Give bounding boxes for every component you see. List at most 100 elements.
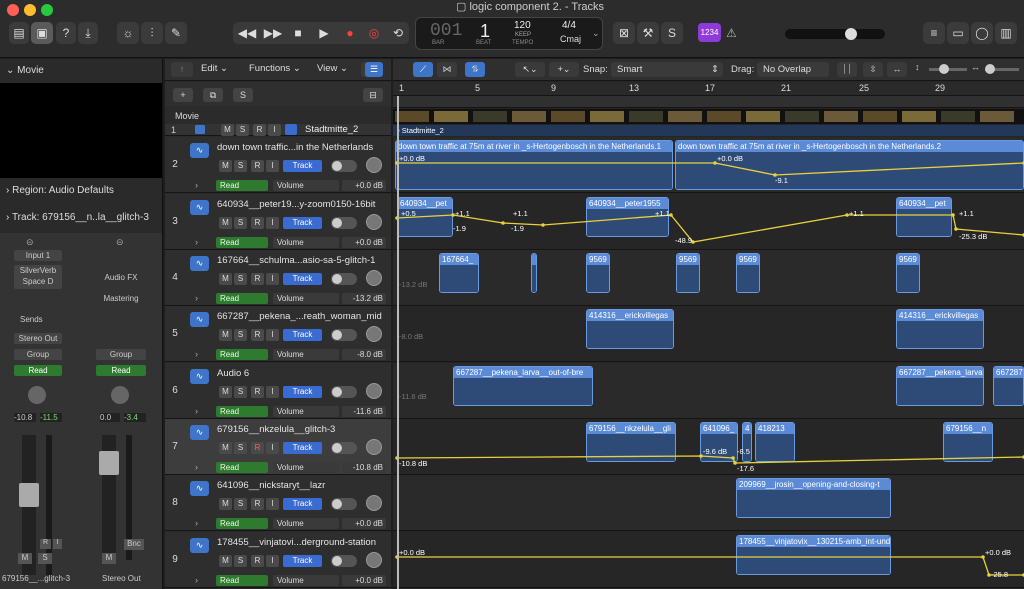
track-row-9[interactable]: 9 ∿ 178455__vinjatovi...derground-statio… bbox=[165, 532, 391, 588]
track-row-2[interactable]: 2 ∿ down town traffic...in the Netherlan… bbox=[165, 137, 391, 193]
automation-point[interactable] bbox=[951, 213, 955, 217]
group-slot[interactable]: Group bbox=[14, 349, 62, 360]
track-on-toggle[interactable] bbox=[331, 555, 357, 567]
automation-value[interactable]: +0.0 dB bbox=[342, 237, 386, 248]
chevron-right-icon[interactable]: › bbox=[195, 518, 198, 528]
solo-button[interactable]: S bbox=[38, 553, 52, 564]
movie-section-header[interactable]: ⌄ Movie bbox=[6, 65, 44, 76]
automation-track-button[interactable]: Track bbox=[283, 217, 322, 229]
automation-line-track-7[interactable] bbox=[396, 455, 1024, 464]
automation-mode-out[interactable]: Read bbox=[96, 365, 146, 376]
play-icon[interactable]: ▶ bbox=[314, 22, 334, 44]
automation-parameter-select[interactable]: Volume bbox=[273, 293, 339, 304]
input-button[interactable]: I bbox=[266, 329, 279, 341]
input-slot[interactable]: Input 1 bbox=[14, 250, 62, 261]
close-window-button[interactable] bbox=[7, 4, 19, 16]
volume-fader-out[interactable] bbox=[99, 435, 119, 560]
chevron-right-icon[interactable]: › bbox=[195, 237, 198, 247]
pan-knob[interactable] bbox=[366, 552, 382, 568]
track-row-8[interactable]: 8 ∿ 641096__nickstaryt__lazr M S R I Tra… bbox=[165, 475, 391, 531]
input-button[interactable]: I bbox=[266, 386, 279, 398]
loop-browser-icon[interactable]: ◯ bbox=[971, 22, 993, 44]
editors-icon[interactable]: ✎ bbox=[165, 22, 187, 44]
automation-mode-select[interactable]: Read bbox=[216, 575, 268, 586]
track-name[interactable]: 641096__nickstaryt__lazr bbox=[217, 480, 387, 491]
fader-cap[interactable] bbox=[19, 483, 39, 507]
global-tracks-icon[interactable]: ⊟ bbox=[363, 88, 383, 102]
automation-mode-select[interactable]: Read bbox=[216, 293, 268, 304]
track-on-toggle[interactable] bbox=[331, 498, 357, 510]
automation-mode-select[interactable]: Read bbox=[216, 518, 268, 529]
mastering-label[interactable]: Mastering bbox=[96, 294, 146, 303]
pan-knob[interactable] bbox=[28, 386, 46, 404]
record-enable-button[interactable]: R bbox=[40, 539, 51, 549]
automation-parameter-select[interactable]: Volume bbox=[273, 406, 339, 417]
automation-track-button[interactable]: Track bbox=[283, 442, 322, 454]
track-on-toggle[interactable] bbox=[331, 442, 357, 454]
solo-button[interactable]: S bbox=[234, 160, 247, 172]
mute-button[interactable]: M bbox=[219, 217, 232, 229]
cycle-icon[interactable]: ⟲ bbox=[388, 22, 408, 44]
input-button[interactable]: I bbox=[266, 442, 279, 454]
list-editors-icon[interactable]: ≡ bbox=[923, 22, 945, 44]
automation-parameter-select[interactable]: Volume bbox=[273, 462, 339, 473]
track-name[interactable]: 167664__schulma...asio-sa-5-glitch-1 bbox=[217, 255, 387, 266]
mute-button[interactable]: M bbox=[219, 442, 232, 454]
input-button[interactable]: I bbox=[266, 273, 279, 285]
solo-button[interactable]: S bbox=[234, 442, 247, 454]
audio-fx-slot[interactable]: SilverVerb Space D bbox=[14, 265, 62, 289]
input-button[interactable]: I bbox=[268, 124, 281, 136]
automation-mode-select[interactable]: Read bbox=[216, 462, 268, 473]
region-section-header[interactable]: › Region: Audio Defaults bbox=[6, 185, 114, 196]
mute-button[interactable]: M bbox=[219, 160, 232, 172]
pan-knob[interactable] bbox=[366, 214, 382, 230]
input-button[interactable]: I bbox=[266, 160, 279, 172]
notepad-icon[interactable]: ▭ bbox=[947, 22, 969, 44]
input-button[interactable]: I bbox=[266, 498, 279, 510]
stop-icon[interactable]: ■ bbox=[288, 22, 308, 44]
solo-button[interactable]: S bbox=[234, 555, 247, 567]
record-button[interactable]: R bbox=[251, 160, 264, 172]
automation-track-button[interactable]: Track bbox=[283, 386, 322, 398]
record-button[interactable]: R bbox=[251, 273, 264, 285]
pan-knob[interactable] bbox=[366, 157, 382, 173]
track-name[interactable]: Stadtmitte_2 bbox=[305, 124, 358, 135]
record-button[interactable]: R bbox=[251, 329, 264, 341]
automation-point[interactable] bbox=[541, 223, 545, 227]
chevron-right-icon[interactable]: › bbox=[195, 575, 198, 585]
mute-button[interactable]: M bbox=[18, 553, 32, 564]
automation-value[interactable]: +0.0 dB bbox=[342, 180, 386, 191]
record-button[interactable]: R bbox=[251, 555, 264, 567]
browser-icon[interactable]: ▥ bbox=[995, 22, 1017, 44]
track-on-toggle[interactable] bbox=[331, 329, 357, 341]
track-on-toggle[interactable] bbox=[331, 217, 357, 229]
pan-knob[interactable] bbox=[366, 270, 382, 286]
mute-button[interactable]: M bbox=[221, 124, 234, 136]
capture-record-icon[interactable]: ◎ bbox=[364, 22, 384, 44]
track-name[interactable]: down town traffic...in the Netherlands bbox=[217, 142, 387, 153]
chevron-right-icon[interactable]: › bbox=[195, 349, 198, 359]
mixer-icon[interactable]: ⫶ bbox=[141, 22, 163, 44]
track-on-toggle[interactable] bbox=[331, 386, 357, 398]
record-button[interactable]: R bbox=[251, 498, 264, 510]
record-button[interactable]: R bbox=[251, 442, 264, 454]
record-button[interactable]: R bbox=[251, 386, 264, 398]
view-menu[interactable]: View ⌄ bbox=[317, 63, 348, 74]
solo-button[interactable]: S bbox=[234, 386, 247, 398]
tuner-icon[interactable]: ⚒ bbox=[637, 22, 659, 44]
pan-knob[interactable] bbox=[366, 383, 382, 399]
functions-menu[interactable]: Functions ⌄ bbox=[249, 63, 301, 74]
mute-button[interactable]: M bbox=[219, 386, 232, 398]
solo-button[interactable]: S bbox=[234, 329, 247, 341]
track-section-header[interactable]: › Track: 679156__n..la__glitch-3 bbox=[6, 212, 149, 223]
automation-parameter-select[interactable]: Volume bbox=[273, 237, 339, 248]
group-slot-out[interactable]: Group bbox=[96, 349, 146, 360]
automation-point[interactable] bbox=[954, 227, 958, 231]
track-on-toggle[interactable] bbox=[331, 273, 357, 285]
pencil-icon[interactable] bbox=[285, 124, 297, 135]
mute-button[interactable]: M bbox=[219, 329, 232, 341]
chevron-right-icon[interactable]: › bbox=[195, 180, 198, 190]
track-name[interactable]: 667287__pekena_...reath_woman_mid bbox=[217, 311, 387, 322]
track-row-3[interactable]: 3 ∿ 640934__peter19...y-zoom0150-16bit M… bbox=[165, 194, 391, 250]
automation-value[interactable]: +0.0 dB bbox=[342, 575, 386, 586]
